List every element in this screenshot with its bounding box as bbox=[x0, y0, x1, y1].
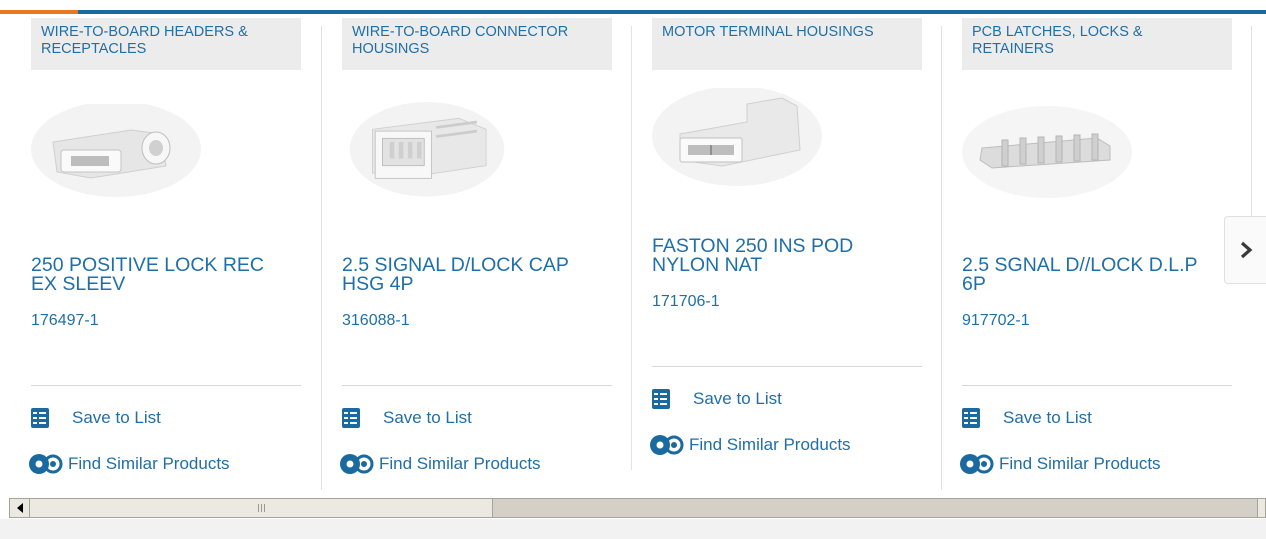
save-to-list-label: Save to List bbox=[72, 408, 161, 427]
triangle-left-icon bbox=[16, 503, 23, 513]
save-to-list-button[interactable]: Save to List bbox=[31, 408, 161, 428]
part-number-link[interactable]: 316088-1 bbox=[342, 312, 410, 330]
find-similar-label: Find Similar Products bbox=[68, 454, 230, 473]
latch-image[interactable] bbox=[962, 104, 1132, 204]
terminal-housing-image[interactable] bbox=[652, 88, 822, 188]
receptacle-image[interactable] bbox=[31, 104, 201, 204]
product-title-link[interactable]: 250 POSITIVE LOCK REC EX SLEEV bbox=[31, 255, 291, 294]
product-carousel: WIRE-TO-BOARD HEADERS & RECEPTACLES 250 … bbox=[0, 14, 1266, 490]
product-card: WIRE-TO-BOARD HEADERS & RECEPTACLES 250 … bbox=[29, 14, 301, 490]
category-label[interactable]: PCB LATCHES, LOCKS & RETAINERS bbox=[962, 18, 1232, 70]
save-to-list-button[interactable]: Save to List bbox=[962, 408, 1092, 428]
gears-icon bbox=[340, 454, 374, 474]
part-number-link[interactable]: 917702-1 bbox=[962, 312, 1030, 330]
card-divider bbox=[652, 366, 922, 367]
checklist-icon bbox=[31, 408, 49, 428]
chevron-right-icon bbox=[1240, 241, 1252, 259]
save-to-list-button[interactable]: Save to List bbox=[652, 389, 782, 409]
find-similar-label: Find Similar Products bbox=[689, 435, 851, 454]
card-divider bbox=[962, 385, 1232, 386]
category-label[interactable]: WIRE-TO-BOARD CONNECTOR HOUSINGS bbox=[342, 18, 612, 70]
find-similar-label: Find Similar Products bbox=[999, 454, 1161, 473]
carousel-next-button[interactable] bbox=[1224, 216, 1266, 284]
horizontal-scrollbar[interactable] bbox=[9, 498, 1266, 518]
card-separator bbox=[631, 26, 632, 470]
save-to-list-label: Save to List bbox=[1003, 408, 1092, 427]
card-divider bbox=[31, 385, 301, 386]
product-card: PCB LATCHES, LOCKS & RETAINERS 2.5 SGNAL… bbox=[960, 14, 1232, 490]
category-label[interactable]: WIRE-TO-BOARD HEADERS & RECEPTACLES bbox=[31, 18, 301, 70]
product-title-link[interactable]: 2.5 SGNAL D//LOCK D.L.P 6P bbox=[962, 255, 1222, 294]
part-number-link[interactable]: 176497-1 bbox=[31, 312, 99, 330]
find-similar-button[interactable]: Find Similar Products bbox=[960, 452, 1161, 476]
save-to-list-label: Save to List bbox=[693, 389, 782, 408]
find-similar-button[interactable]: Find Similar Products bbox=[340, 452, 541, 476]
product-title-link[interactable]: 2.5 SIGNAL D/LOCK CAP HSG 4P bbox=[342, 255, 602, 294]
scroll-right-button[interactable] bbox=[1257, 499, 1265, 517]
find-similar-button[interactable]: Find Similar Products bbox=[650, 433, 851, 457]
scroll-left-button[interactable] bbox=[10, 499, 30, 517]
checklist-icon bbox=[652, 389, 670, 409]
part-number-link[interactable]: 171706-1 bbox=[652, 293, 720, 311]
checklist-icon bbox=[962, 408, 980, 428]
gears-icon bbox=[29, 454, 63, 474]
card-separator bbox=[321, 26, 322, 490]
card-divider bbox=[342, 385, 612, 386]
page-footer-strip bbox=[0, 519, 1266, 539]
checklist-icon bbox=[342, 408, 360, 428]
gears-icon bbox=[960, 454, 994, 474]
scroll-thumb[interactable] bbox=[30, 499, 493, 517]
card-separator bbox=[1251, 26, 1252, 226]
save-to-list-button[interactable]: Save to List bbox=[342, 408, 472, 428]
product-card: MOTOR TERMINAL HOUSINGS FASTON 250 INS P… bbox=[650, 14, 922, 490]
category-label[interactable]: MOTOR TERMINAL HOUSINGS bbox=[652, 18, 922, 70]
product-card: WIRE-TO-BOARD CONNECTOR HOUSINGS 2.5 SIG… bbox=[340, 14, 612, 490]
find-similar-label: Find Similar Products bbox=[379, 454, 541, 473]
card-separator bbox=[941, 26, 942, 490]
housing-image[interactable] bbox=[342, 102, 512, 202]
gears-icon bbox=[650, 435, 684, 455]
find-similar-button[interactable]: Find Similar Products bbox=[29, 452, 230, 476]
save-to-list-label: Save to List bbox=[383, 408, 472, 427]
product-title-link[interactable]: FASTON 250 INS POD NYLON NAT bbox=[652, 236, 912, 275]
